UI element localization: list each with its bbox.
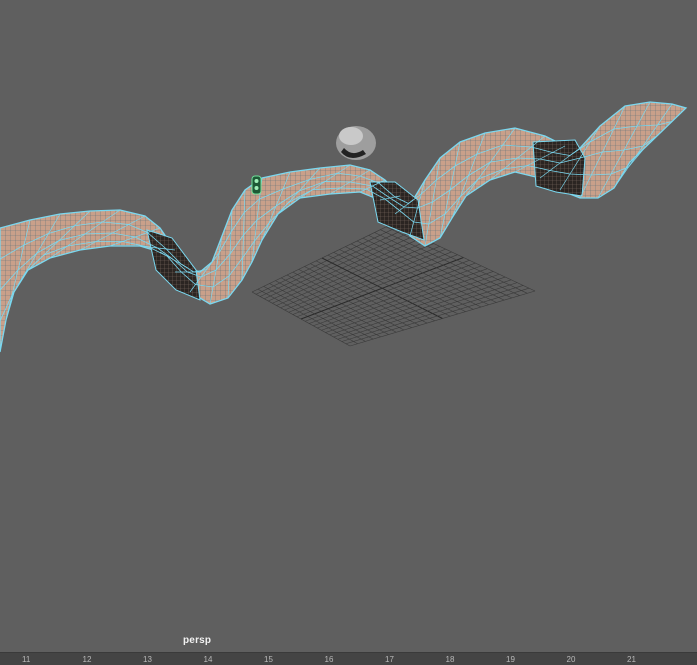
character-marker-icon[interactable] [251, 175, 262, 195]
scene-canvas[interactable] [0, 0, 697, 652]
timeline-tick-label: 21 [627, 655, 636, 664]
viewport-persp[interactable]: persp [0, 0, 697, 652]
timeline-tick-label: 13 [143, 655, 152, 664]
grid-line [333, 279, 512, 338]
ribbon-backface [369, 181, 425, 241]
grid-line [349, 290, 536, 347]
timeline-tick-label: 19 [506, 655, 515, 664]
timeline-tick-label: 16 [324, 655, 334, 664]
sphere-object[interactable] [336, 126, 376, 160]
timeline-tick-label: 15 [264, 655, 273, 664]
timeline-tick-label: 20 [566, 655, 576, 664]
timeline-tick-label: 14 [203, 655, 213, 664]
ground-grid[interactable] [251, 223, 536, 347]
timeline-tick-label: 12 [82, 655, 92, 664]
timeline-tick-label: 17 [385, 655, 394, 664]
timeline-tick-label: 18 [445, 655, 455, 664]
ribbon-backface [532, 139, 586, 197]
grid-line [362, 237, 497, 303]
timeline-tick-label: 11 [22, 655, 31, 664]
camera-label: persp [183, 635, 212, 646]
timeline-ruler[interactable]: 11 12 13 14 15 16 17 18 19 20 21 [0, 652, 697, 665]
grid-line [345, 287, 530, 345]
grid-line [300, 257, 464, 320]
grid-line [356, 240, 489, 306]
